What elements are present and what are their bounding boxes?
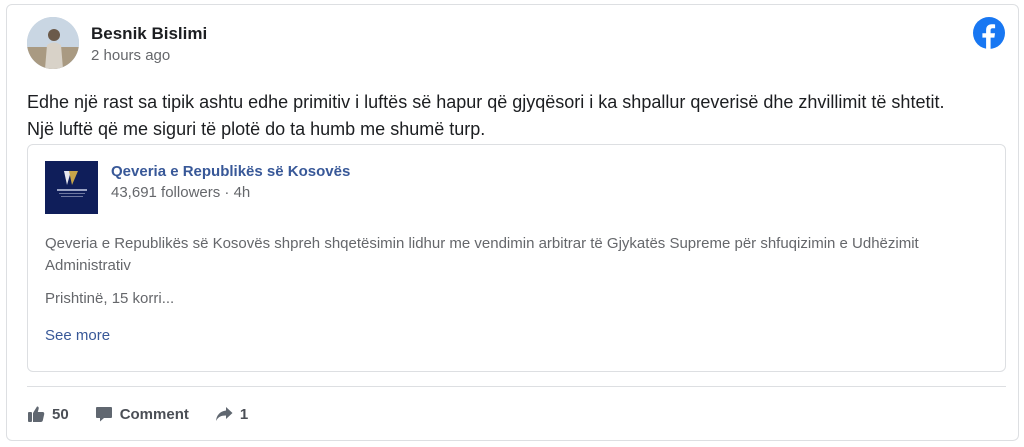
post-timestamp[interactable]: 2 hours ago <box>91 47 170 64</box>
divider <box>27 386 1006 387</box>
action-bar: 50 Comment 1 <box>27 401 274 427</box>
comment-label: Comment <box>119 405 189 423</box>
author-name[interactable]: Besnik Bislimi <box>91 24 207 44</box>
post-text-line: Një luftë që me siguri të plotë do ta hu… <box>27 119 486 139</box>
share-icon <box>215 407 233 421</box>
embed-timestamp[interactable]: 4h <box>234 184 251 201</box>
embed-text-continued: Prishtinë, 15 korri... <box>45 290 175 307</box>
author-avatar[interactable] <box>27 17 79 69</box>
like-icon <box>28 406 45 422</box>
comment-button[interactable]: Comment <box>95 405 189 423</box>
see-more-link[interactable]: See more <box>45 327 110 344</box>
facebook-post-card: Besnik Bislimi 2 hours ago Edhe një rast… <box>6 4 1019 441</box>
embedded-post[interactable]: Qeveria e Republikës së Kosovës 43,691 f… <box>27 144 1006 372</box>
meta-separator: · <box>220 184 234 201</box>
like-count: 50 <box>52 405 69 423</box>
like-button[interactable]: 50 <box>27 405 69 423</box>
comment-icon <box>95 407 112 422</box>
page-name[interactable]: Qeveria e Republikës së Kosovës <box>111 163 350 180</box>
embed-text: Qeveria e Republikës së Kosovës shpreh s… <box>45 235 919 274</box>
page-logo[interactable] <box>45 161 98 214</box>
facebook-icon[interactable] <box>973 17 1005 49</box>
post-text: Edhe një rast sa tipik ashtu edhe primit… <box>27 89 1007 143</box>
followers-count: 43,691 followers <box>111 184 221 201</box>
page-meta: 43,691 followers · 4h <box>111 184 250 201</box>
share-button[interactable]: 1 <box>215 405 248 423</box>
share-count: 1 <box>239 405 249 423</box>
post-text-line: Edhe një rast sa tipik ashtu edhe primit… <box>27 92 945 112</box>
